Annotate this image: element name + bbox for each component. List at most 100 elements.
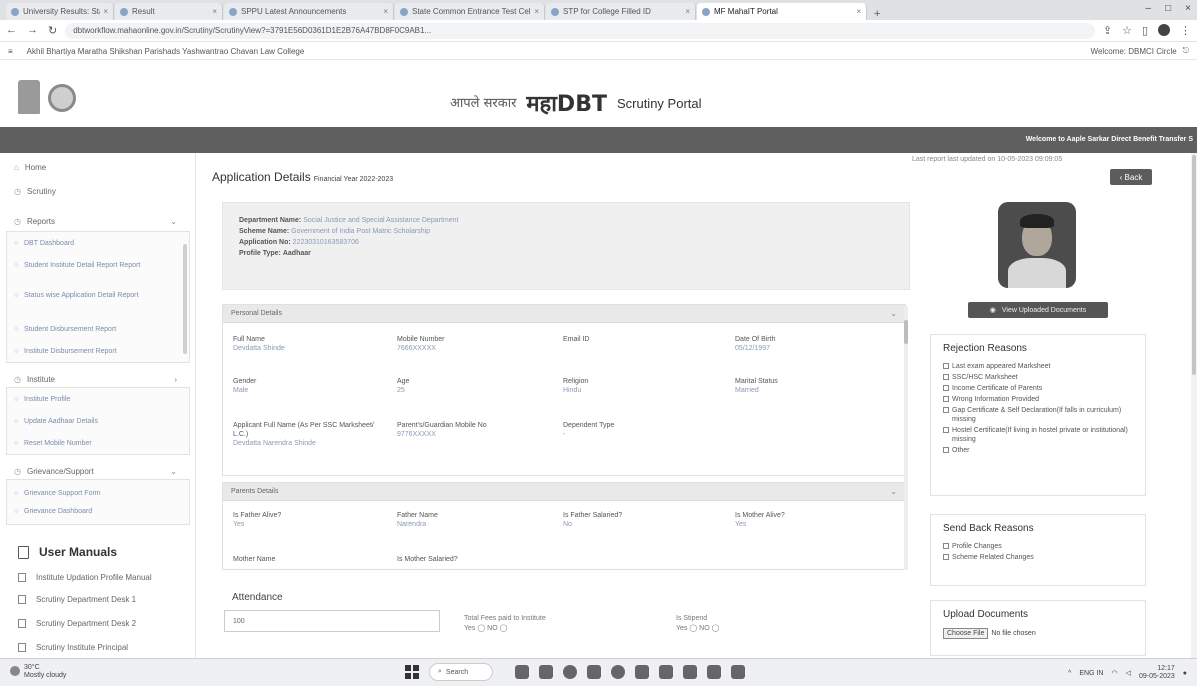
rejection-checkbox[interactable]: Hostel Certificate(If living in hostel p…: [943, 426, 1133, 444]
rejection-checkbox[interactable]: Income Certificate of Parents: [943, 384, 1133, 393]
hamburger-icon[interactable]: ≡: [8, 47, 13, 56]
details-scrollbar[interactable]: [904, 306, 908, 570]
star-icon[interactable]: ☆: [1122, 24, 1132, 37]
widgets-icon[interactable]: [539, 665, 553, 679]
sidebar-item-dbt-dashboard[interactable]: ○ DBT Dashboard: [8, 239, 183, 248]
sidebar-item-scrutiny[interactable]: ◷ Scrutiny: [14, 187, 56, 196]
chevron-down-icon[interactable]: ⌄: [170, 467, 177, 476]
share-icon[interactable]: ⇪: [1103, 24, 1112, 37]
app-icon[interactable]: [707, 665, 721, 679]
checkbox-icon[interactable]: [943, 407, 949, 413]
sidepanel-icon[interactable]: ▯: [1142, 24, 1148, 37]
attendance-input[interactable]: 100: [224, 610, 440, 632]
new-tab-icon[interactable]: +: [874, 8, 880, 20]
sidebar-item-institute[interactable]: ◷ Institute: [14, 375, 55, 384]
store-icon[interactable]: [635, 665, 649, 679]
sendback-checkbox[interactable]: Profile Changes: [943, 542, 1133, 551]
forward-arrow-icon[interactable]: →: [27, 24, 38, 37]
sidebar-item-grievance-support[interactable]: ○ Grievance Support Form: [8, 489, 183, 498]
language-indicator[interactable]: ENG IN: [1079, 670, 1103, 677]
close-icon[interactable]: ×: [534, 7, 539, 16]
app-icon[interactable]: [659, 665, 673, 679]
rejection-checkbox[interactable]: Wrong Information Provided: [943, 395, 1133, 404]
rejection-checkbox[interactable]: Other: [943, 446, 1133, 455]
sidebar-item-update-aadhaar[interactable]: ○ Update Aadhaar Details: [8, 417, 183, 426]
page-scrollbar[interactable]: [1191, 153, 1197, 658]
chevron-down-icon[interactable]: ⌄: [170, 217, 177, 226]
close-icon[interactable]: ×: [383, 7, 388, 16]
clock[interactable]: 12:17 09-05-2023: [1139, 665, 1175, 681]
browser-tab[interactable]: University Results: State Online×: [6, 3, 114, 20]
maximize-icon[interactable]: □: [1165, 3, 1171, 14]
choose-file-button[interactable]: Choose File: [943, 628, 989, 639]
scrollbar-thumb[interactable]: [904, 320, 908, 344]
logout-icon[interactable]: ⎋: [1183, 46, 1189, 56]
section-header[interactable]: Personal Details ⌄: [223, 305, 905, 323]
close-icon[interactable]: ×: [685, 7, 690, 16]
app-icon[interactable]: [731, 665, 745, 679]
checkbox-icon[interactable]: [943, 447, 949, 453]
url-field[interactable]: dbtworkflow.mahaonline.gov.in/Scrutiny/S…: [65, 22, 1095, 39]
weather-widget[interactable]: 30°C Mostly cloudy: [10, 664, 66, 680]
rejection-checkbox[interactable]: Gap Certificate & Self Declaration(If fa…: [943, 406, 1133, 424]
close-window-icon[interactable]: ×: [1185, 3, 1191, 14]
checkbox-icon[interactable]: [943, 396, 949, 402]
back-button[interactable]: ‹ Back: [1110, 169, 1152, 185]
sidebar-item-home[interactable]: ⌂ Home: [14, 163, 46, 172]
scrollbar-thumb[interactable]: [1192, 155, 1196, 375]
chevron-right-icon[interactable]: ›: [174, 375, 177, 384]
notification-icon[interactable]: ●: [1183, 670, 1187, 677]
checkbox-icon[interactable]: [943, 385, 949, 391]
manual-link[interactable]: Scrutiny Department Desk 2: [18, 619, 136, 628]
rejection-checkbox[interactable]: SSC/HSC Marksheet: [943, 373, 1133, 382]
chrome-icon[interactable]: [563, 665, 577, 679]
checkbox-icon[interactable]: [943, 374, 949, 380]
profile-avatar[interactable]: [1158, 24, 1170, 36]
submenu-scrollbar[interactable]: [183, 244, 187, 354]
manual-link[interactable]: Institute Updation Profile Manual: [18, 573, 152, 582]
sidebar-item-student-disbursement[interactable]: ○ Student Disbursement Report: [8, 325, 183, 334]
checkbox-icon[interactable]: [943, 427, 949, 433]
minimize-icon[interactable]: –: [1146, 3, 1152, 14]
menu-dots-icon[interactable]: ⋮: [1180, 24, 1191, 37]
manual-link[interactable]: Scrutiny Department Desk 1: [18, 595, 136, 604]
windows-start-icon[interactable]: [405, 665, 419, 679]
sidebar-item-reset-mobile[interactable]: ○ Reset Mobile Number: [8, 439, 183, 448]
fees-paid-radio[interactable]: Yes ◯ NO ◯: [464, 624, 546, 634]
sidebar-item-grievance-dashboard[interactable]: ○ Grievance Dashboard: [8, 507, 183, 516]
file-explorer-icon[interactable]: [587, 665, 601, 679]
checkbox-icon[interactable]: [943, 363, 949, 369]
reload-icon[interactable]: ↻: [48, 24, 57, 37]
browser-tab[interactable]: Result ×: [115, 3, 223, 20]
sidebar-item-student-institute-report[interactable]: ○ Student Institute Detail Report Report: [8, 261, 168, 270]
back-arrow-icon[interactable]: ←: [6, 24, 17, 37]
manual-link[interactable]: Scrutiny Institute Principal: [18, 643, 128, 652]
sidebar-item-institute-disbursement[interactable]: ○ Institute Disbursement Report: [8, 347, 183, 356]
edge-icon[interactable]: [611, 665, 625, 679]
chevron-down-icon[interactable]: ⌄: [890, 309, 897, 318]
close-icon[interactable]: ×: [103, 7, 108, 16]
checkbox-icon[interactable]: [943, 543, 949, 549]
close-icon[interactable]: ×: [856, 7, 861, 16]
volume-icon[interactable]: ◁: [1126, 669, 1131, 677]
sidebar-item-grievance[interactable]: ◷ Grievance/Support: [14, 467, 94, 476]
sidebar-item-institute-profile[interactable]: ○ Institute Profile: [8, 395, 183, 404]
sidebar-item-reports[interactable]: ◷ Reports: [14, 217, 55, 226]
browser-tab[interactable]: STP for College Filled ID ×: [546, 3, 696, 20]
tray-chevron-icon[interactable]: ^: [1068, 670, 1071, 677]
app-icon[interactable]: [683, 665, 697, 679]
rejection-checkbox[interactable]: Last exam appeared Marksheet: [943, 362, 1133, 371]
stipend-radio[interactable]: Yes ◯ NO ◯: [676, 624, 719, 634]
sidebar-item-status-report[interactable]: ○ Status wise Application Detail Report: [8, 291, 168, 300]
taskbar-search[interactable]: ⌕ Search: [429, 663, 493, 681]
browser-tab-active[interactable]: MF MahaIT Portal ×: [697, 3, 867, 20]
checkbox-icon[interactable]: [943, 554, 949, 560]
browser-tab[interactable]: State Common Entrance Test Cell ×: [395, 3, 545, 20]
close-icon[interactable]: ×: [212, 7, 217, 16]
chevron-down-icon[interactable]: ⌄: [890, 487, 897, 496]
browser-tab[interactable]: SPPU Latest Announcements ×: [224, 3, 394, 20]
view-uploaded-documents-button[interactable]: ◉ View Uploaded Documents: [968, 302, 1108, 318]
sendback-checkbox[interactable]: Scheme Related Changes: [943, 553, 1133, 562]
wifi-icon[interactable]: ◠: [1111, 669, 1117, 677]
section-header[interactable]: Parents Details ⌄: [223, 483, 905, 501]
